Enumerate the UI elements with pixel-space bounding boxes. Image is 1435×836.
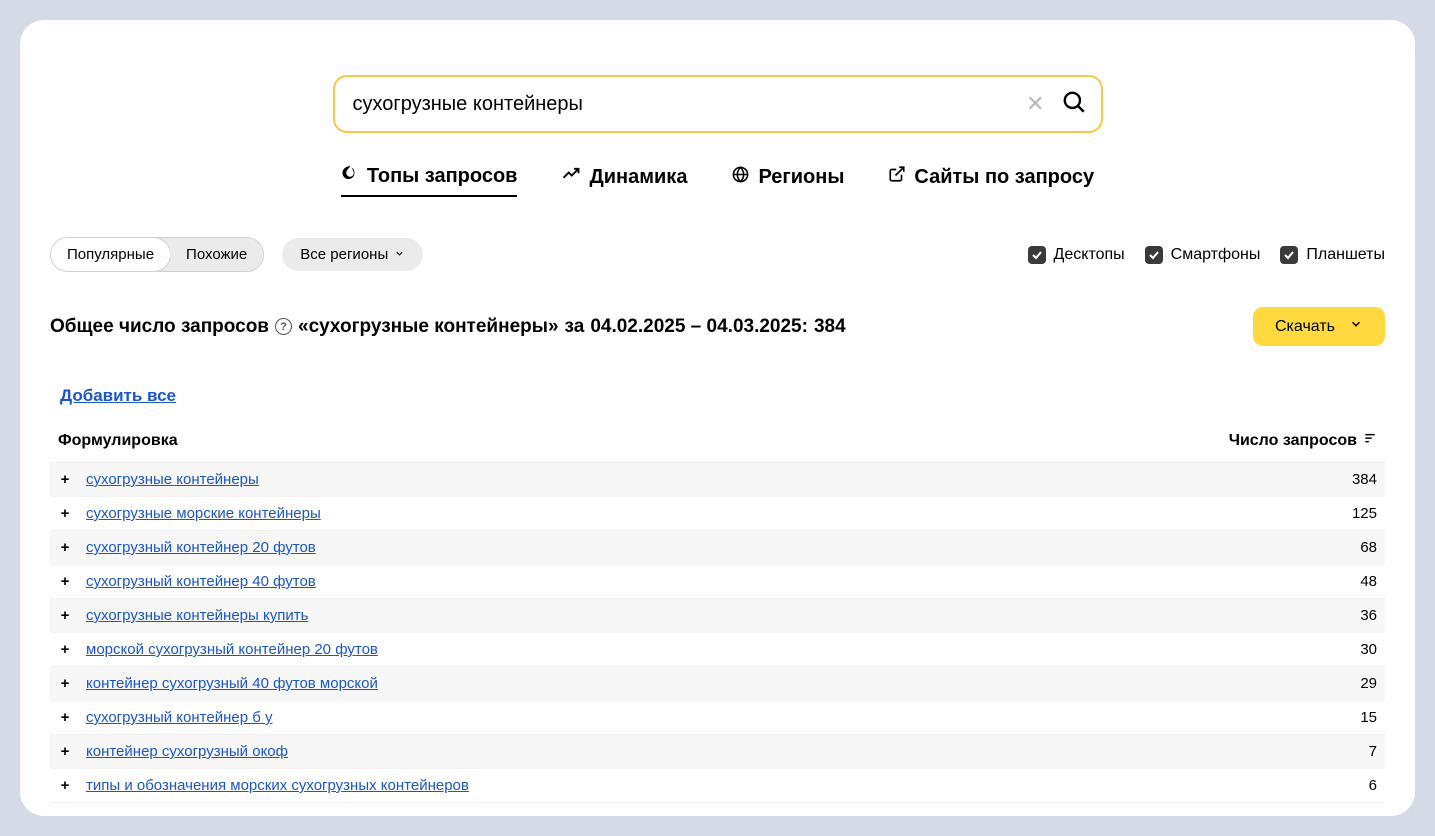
checkbox-icon — [1028, 246, 1046, 264]
toggle-popular[interactable]: Популярные — [50, 237, 171, 272]
col-count[interactable]: Число запросов — [1229, 431, 1377, 450]
row-phrase-link[interactable]: морской сухогрузный контейнер 20 футов — [86, 641, 378, 658]
tab-top-queries[interactable]: Топы запросов — [341, 163, 518, 197]
toggle-similar[interactable]: Похожие — [170, 238, 263, 271]
device-check-desktop[interactable]: Десктопы — [1028, 246, 1125, 264]
row-phrase-link[interactable]: сухогрузный контейнер 20 футов — [86, 539, 316, 556]
table-row: + сухогрузный контейнер 40 футов 48 — [50, 565, 1385, 599]
checkbox-icon — [1280, 246, 1298, 264]
chevron-down-icon — [1349, 317, 1363, 336]
tab-sites[interactable]: Сайты по запросу — [888, 163, 1094, 197]
device-label: Планшеты — [1306, 246, 1385, 264]
row-count: 30 — [1360, 641, 1377, 658]
toggle-group: Популярные Похожие — [50, 237, 264, 272]
tab-label: Динамика — [589, 166, 687, 189]
device-checks: Десктопы Смартфоны Планшеты — [1028, 246, 1385, 264]
row-phrase-link[interactable]: сухогрузный контейнер б у — [86, 709, 272, 726]
search-icon[interactable] — [1055, 89, 1087, 120]
results-table: Формулировка Число запросов + сухогрузны… — [50, 431, 1385, 803]
row-phrase-link[interactable]: контейнер сухогрузный окоф — [86, 743, 288, 760]
search-input[interactable] — [353, 93, 1017, 116]
tab-label: Сайты по запросу — [914, 166, 1094, 189]
add-row-button[interactable]: + — [58, 539, 72, 556]
app-container: ✕ Топы запросов Динамика Регионы — [20, 20, 1415, 816]
table-row: + сухогрузные морские контейнеры 125 — [50, 497, 1385, 531]
add-row-button[interactable]: + — [58, 573, 72, 590]
row-count: 48 — [1360, 573, 1377, 590]
row-phrase-link[interactable]: сухогрузные контейнеры — [86, 471, 259, 488]
row-count: 29 — [1360, 675, 1377, 692]
table-header: Формулировка Число запросов — [50, 431, 1385, 463]
add-row-button[interactable]: + — [58, 505, 72, 522]
tabs: Топы запросов Динамика Регионы Сайты по … — [50, 163, 1385, 197]
row-phrase-link[interactable]: сухогрузный контейнер 40 футов — [86, 573, 316, 590]
region-dropdown[interactable]: Все регионы — [282, 238, 423, 271]
add-row-button[interactable]: + — [58, 675, 72, 692]
chevron-down-icon — [394, 246, 405, 263]
row-count: 68 — [1360, 539, 1377, 556]
row-phrase-link[interactable]: контейнер сухогрузный 40 футов морской — [86, 675, 378, 692]
trend-icon — [561, 165, 581, 189]
row-phrase-link[interactable]: сухогрузные контейнеры купить — [86, 607, 308, 624]
controls-row: Популярные Похожие Все регионы Десктопы — [50, 237, 1385, 272]
add-row-button[interactable]: + — [58, 607, 72, 624]
add-row-button[interactable]: + — [58, 641, 72, 658]
table-row: + сухогрузные контейнеры купить 36 — [50, 599, 1385, 633]
table-row: + сухогрузный контейнер б у 15 — [50, 701, 1385, 735]
external-icon — [888, 165, 906, 189]
left-controls: Популярные Похожие Все регионы — [50, 237, 423, 272]
help-icon[interactable]: ? — [275, 318, 292, 335]
region-label: Все регионы — [300, 246, 388, 263]
globe-icon — [731, 165, 750, 190]
summary-text: Общее число запросов ? «сухогрузные конт… — [50, 316, 846, 338]
summary-row: Общее число запросов ? «сухогрузные конт… — [50, 307, 1385, 346]
row-phrase-link[interactable]: сухогрузные морские контейнеры — [86, 505, 321, 522]
row-count: 36 — [1360, 607, 1377, 624]
device-check-tablet[interactable]: Планшеты — [1280, 246, 1385, 264]
row-phrase-link[interactable]: типы и обозначения морских сухогрузных к… — [86, 777, 469, 794]
tab-label: Регионы — [758, 166, 844, 189]
summary-period: 04.02.2025 – 04.03.2025: — [590, 316, 808, 338]
device-label: Смартфоны — [1171, 246, 1261, 264]
row-count: 125 — [1352, 505, 1377, 522]
search-box: ✕ — [333, 75, 1103, 133]
tab-dynamics[interactable]: Динамика — [561, 163, 687, 197]
fire-icon — [341, 163, 359, 189]
sort-icon — [1363, 431, 1377, 450]
table-row: + сухогрузный контейнер 20 футов 68 — [50, 531, 1385, 565]
table-row: + контейнер сухогрузный окоф 7 — [50, 735, 1385, 769]
row-count: 384 — [1352, 471, 1377, 488]
row-count: 6 — [1369, 777, 1377, 794]
device-label: Десктопы — [1054, 246, 1125, 264]
add-all-link[interactable]: Добавить все — [60, 386, 176, 406]
col-count-label: Число запросов — [1229, 432, 1357, 450]
add-row-button[interactable]: + — [58, 743, 72, 760]
clear-icon[interactable]: ✕ — [1016, 91, 1054, 117]
checkbox-icon — [1145, 246, 1163, 264]
summary-query: «сухогрузные контейнеры» — [298, 316, 559, 338]
download-button[interactable]: Скачать — [1253, 307, 1385, 346]
table-row: + сухогрузные контейнеры 384 — [50, 463, 1385, 497]
row-count: 7 — [1369, 743, 1377, 760]
row-count: 15 — [1360, 709, 1377, 726]
table-body: + сухогрузные контейнеры 384 + сухогрузн… — [50, 463, 1385, 803]
search-wrap: ✕ — [50, 75, 1385, 133]
summary-period-prefix: за — [565, 316, 585, 338]
table-row: + типы и обозначения морских сухогрузных… — [50, 769, 1385, 803]
add-row-button[interactable]: + — [58, 709, 72, 726]
add-row-button[interactable]: + — [58, 471, 72, 488]
table-row: + морской сухогрузный контейнер 20 футов… — [50, 633, 1385, 667]
table-row: + контейнер сухогрузный 40 футов морской… — [50, 667, 1385, 701]
device-check-smartphone[interactable]: Смартфоны — [1145, 246, 1261, 264]
summary-total: 384 — [814, 316, 846, 338]
add-row-button[interactable]: + — [58, 777, 72, 794]
col-phrase: Формулировка — [58, 431, 178, 450]
summary-prefix: Общее число запросов — [50, 316, 269, 338]
tab-label: Топы запросов — [367, 165, 518, 188]
tab-regions[interactable]: Регионы — [731, 163, 844, 197]
download-label: Скачать — [1275, 318, 1335, 336]
